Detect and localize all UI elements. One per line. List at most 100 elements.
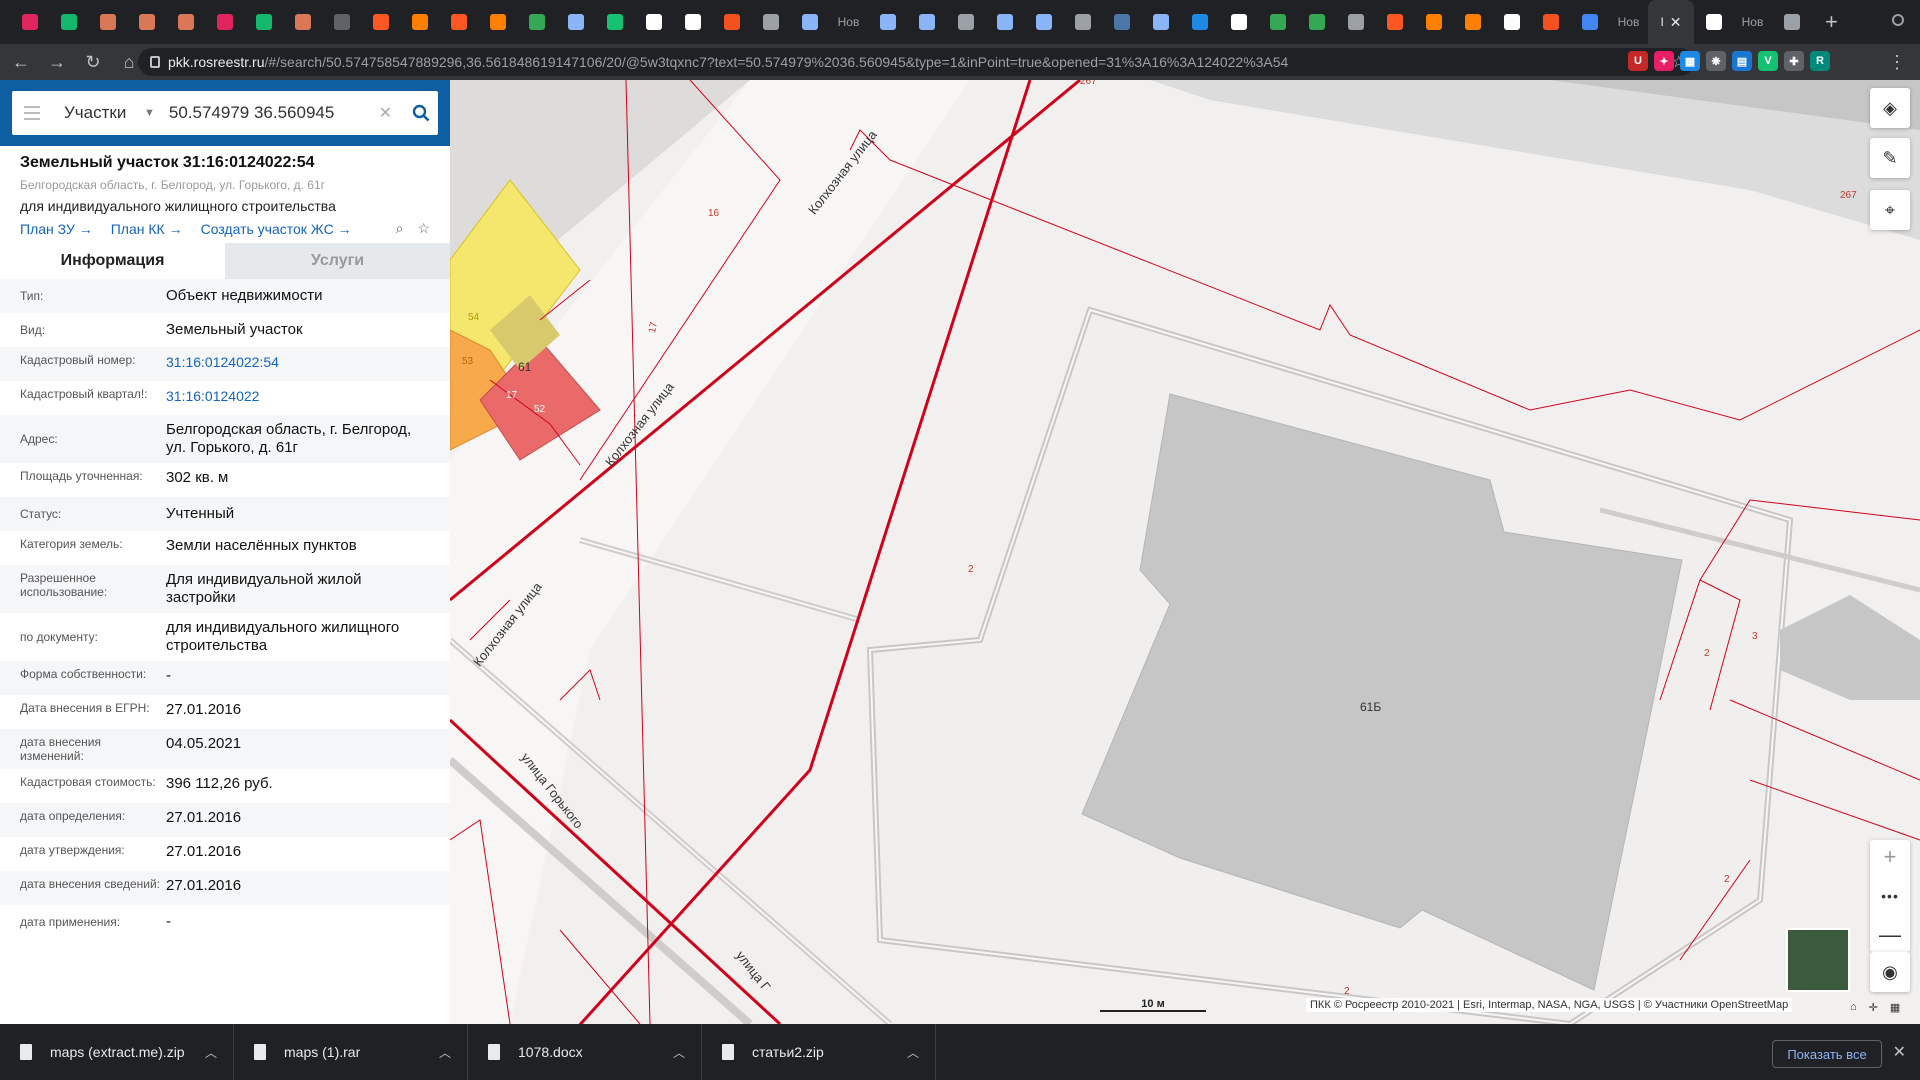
plan-kk-link[interactable]: План КК → bbox=[111, 221, 183, 237]
close-downloads-icon[interactable]: ✕ bbox=[1893, 1042, 1906, 1062]
browser-tab[interactable] bbox=[400, 0, 439, 44]
browser-tab[interactable] bbox=[634, 0, 673, 44]
browser-tab-active[interactable]: I ✕ bbox=[1648, 0, 1694, 44]
compass-icon[interactable]: ◉ bbox=[1870, 952, 1910, 992]
browser-tab[interactable] bbox=[166, 0, 205, 44]
extension-icon[interactable]: ✦ bbox=[1654, 51, 1674, 71]
drive-icon bbox=[1308, 14, 1325, 30]
browser-tab[interactable] bbox=[1570, 0, 1609, 44]
extension-icon[interactable]: V bbox=[1758, 51, 1778, 71]
download-item[interactable]: maps (1).rar ︿ bbox=[234, 1024, 468, 1080]
extension-icon[interactable]: ✚ bbox=[1784, 51, 1804, 71]
browser-tab[interactable] bbox=[751, 0, 790, 44]
browser-tab[interactable] bbox=[10, 0, 49, 44]
locate-icon[interactable]: ⌖ bbox=[1870, 190, 1910, 230]
grid-icon[interactable]: ▦ bbox=[1890, 1001, 1900, 1014]
browser-tab[interactable] bbox=[1336, 0, 1375, 44]
extension-icon[interactable]: R bbox=[1810, 51, 1830, 71]
browser-tab[interactable] bbox=[361, 0, 400, 44]
close-tab-icon[interactable]: ✕ bbox=[1670, 14, 1682, 31]
search-category-select[interactable]: Участки bbox=[64, 103, 144, 123]
forward-icon[interactable]: → bbox=[42, 47, 72, 77]
menu-icon[interactable] bbox=[12, 106, 52, 120]
browser-tab[interactable] bbox=[1258, 0, 1297, 44]
browser-tab[interactable] bbox=[673, 0, 712, 44]
browser-tab[interactable] bbox=[712, 0, 751, 44]
chevron-up-icon[interactable]: ︿ bbox=[205, 1044, 217, 1061]
favorite-star-icon[interactable]: ☆ bbox=[417, 220, 430, 237]
chevron-down-icon[interactable]: ▼ bbox=[144, 107, 155, 119]
create-parcel-link[interactable]: Создать участок ЖС → bbox=[201, 221, 352, 237]
browser-tab[interactable] bbox=[1024, 0, 1063, 44]
browser-tab[interactable] bbox=[478, 0, 517, 44]
browser-tab[interactable] bbox=[88, 0, 127, 44]
extension-icon[interactable]: ▤ bbox=[1732, 51, 1752, 71]
reload-icon[interactable]: ↻ bbox=[78, 47, 108, 77]
search-icon[interactable] bbox=[404, 96, 438, 130]
browser-tab[interactable] bbox=[517, 0, 556, 44]
layers-icon[interactable]: ◈ bbox=[1870, 88, 1910, 128]
browser-tab[interactable] bbox=[1219, 0, 1258, 44]
browser-tab[interactable] bbox=[1141, 0, 1180, 44]
extension-icon[interactable]: U bbox=[1628, 51, 1648, 71]
browser-menu-icon[interactable]: ⋮ bbox=[1888, 52, 1906, 73]
browser-tab[interactable] bbox=[283, 0, 322, 44]
browser-tab[interactable]: Нов bbox=[1733, 0, 1772, 44]
browser-tab[interactable] bbox=[1063, 0, 1102, 44]
browser-tab[interactable] bbox=[1180, 0, 1219, 44]
extension-icon[interactable]: ❋ bbox=[1706, 51, 1726, 71]
show-all-downloads-button[interactable]: Показать все bbox=[1772, 1040, 1882, 1068]
browser-tab[interactable] bbox=[1297, 0, 1336, 44]
browser-tab[interactable] bbox=[868, 0, 907, 44]
browser-tab[interactable] bbox=[205, 0, 244, 44]
browser-tab[interactable] bbox=[127, 0, 166, 44]
crosshair-icon[interactable]: ✛ bbox=[1869, 1001, 1878, 1014]
address-bar[interactable]: pkk.rosreestr.ru /#/search/50.5747585478… bbox=[138, 48, 1694, 76]
satellite-minimap[interactable] bbox=[1786, 928, 1850, 992]
browser-tab[interactable] bbox=[556, 0, 595, 44]
home-icon[interactable]: ⌂ bbox=[1850, 1001, 1857, 1014]
attribute-link[interactable]: 31:16:0124022:54 bbox=[166, 347, 430, 377]
browser-tab[interactable] bbox=[907, 0, 946, 44]
browser-tab[interactable] bbox=[322, 0, 361, 44]
chevron-up-icon[interactable]: ︿ bbox=[439, 1044, 451, 1061]
chevron-up-icon[interactable]: ︿ bbox=[907, 1044, 919, 1061]
tab-info[interactable]: Информация bbox=[0, 243, 225, 279]
window-control-icon[interactable] bbox=[1892, 14, 1904, 26]
browser-tab[interactable] bbox=[595, 0, 634, 44]
search-document-icon[interactable]: ⌕ bbox=[396, 220, 404, 237]
browser-tab[interactable] bbox=[1375, 0, 1414, 44]
new-tab-button[interactable]: + bbox=[1825, 9, 1838, 35]
browser-tab[interactable] bbox=[244, 0, 283, 44]
browser-tab[interactable] bbox=[790, 0, 829, 44]
map-canvas[interactable]: Колхозная улица Колхозная улица Колхозна… bbox=[450, 80, 1920, 1024]
download-item[interactable]: статьи2.zip ︿ bbox=[702, 1024, 936, 1080]
browser-tab[interactable] bbox=[1694, 0, 1733, 44]
browser-tab[interactable] bbox=[1453, 0, 1492, 44]
browser-tab[interactable]: Нов bbox=[829, 0, 868, 44]
browser-tab[interactable] bbox=[49, 0, 88, 44]
clear-icon[interactable]: ✕ bbox=[379, 103, 392, 123]
browser-tab[interactable] bbox=[1414, 0, 1453, 44]
search-input[interactable]: 50.574979 36.560945 bbox=[169, 103, 379, 123]
browser-tab[interactable] bbox=[1772, 0, 1811, 44]
tab-services[interactable]: Услуги bbox=[225, 243, 450, 279]
zoom-in-button[interactable]: + bbox=[1884, 844, 1897, 870]
download-item[interactable]: 1078.docx ︿ bbox=[468, 1024, 702, 1080]
plan-zu-link[interactable]: План ЗУ → bbox=[20, 221, 93, 237]
measure-ruler-icon[interactable]: ✎ bbox=[1870, 138, 1910, 178]
browser-tab[interactable]: Нов bbox=[1609, 0, 1648, 44]
chevron-up-icon[interactable]: ︿ bbox=[673, 1044, 685, 1061]
download-item[interactable]: maps (extract.me).zip ︿ bbox=[0, 1024, 234, 1080]
zoom-more-button[interactable]: ••• bbox=[1881, 888, 1899, 904]
back-icon[interactable]: ← bbox=[6, 47, 36, 77]
browser-tab[interactable] bbox=[985, 0, 1024, 44]
zoom-out-button[interactable]: — bbox=[1879, 922, 1901, 948]
browser-tab[interactable] bbox=[1102, 0, 1141, 44]
browser-tab[interactable] bbox=[946, 0, 985, 44]
attribute-link[interactable]: 31:16:0124022 bbox=[166, 381, 430, 411]
browser-tab[interactable] bbox=[1492, 0, 1531, 44]
browser-tab[interactable] bbox=[439, 0, 478, 44]
browser-tab[interactable] bbox=[1531, 0, 1570, 44]
extension-icon[interactable]: ▦ bbox=[1680, 51, 1700, 71]
